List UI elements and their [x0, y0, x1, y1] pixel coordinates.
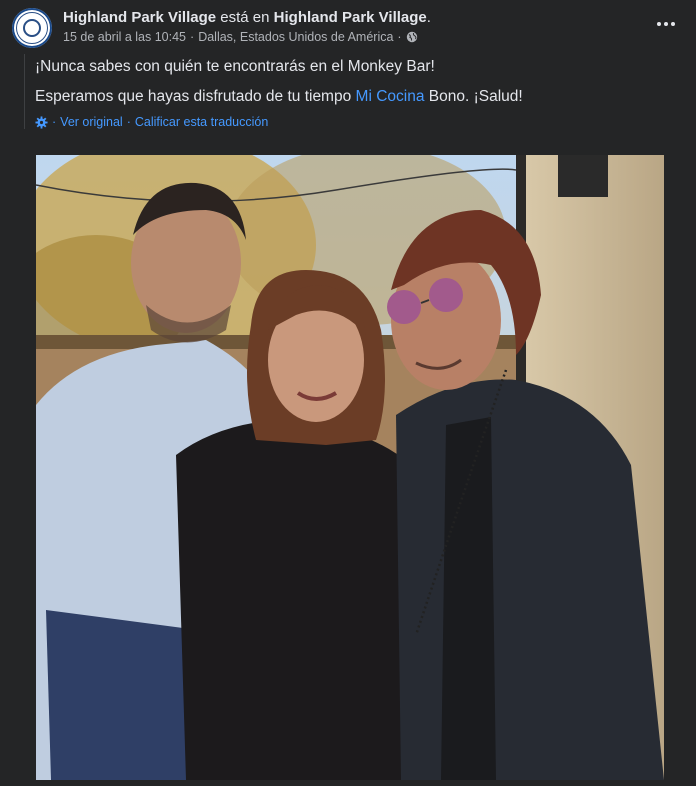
post-title-line: Highland Park Village está en Highland P… — [63, 9, 431, 26]
avatar-logo — [16, 12, 48, 44]
post-header: Highland Park Village está en Highland P… — [12, 8, 684, 52]
globe-icon[interactable] — [406, 31, 418, 43]
location-suffix: . — [426, 9, 431, 26]
post-text-before-link: Esperamos que hayas disfrutado de tu tie… — [35, 88, 356, 105]
meta-separator: · — [190, 30, 195, 44]
post-body: ¡Nunca sabes con quién te encontrarás en… — [24, 54, 685, 129]
post-meta: 15 de abril a las 10:45 · Dallas, Estado… — [63, 30, 418, 44]
rate-translation-link[interactable]: Calificar esta traducción — [135, 115, 268, 129]
translation-separator: · — [52, 115, 57, 129]
gear-icon[interactable] — [35, 115, 48, 129]
action-text: está en — [216, 9, 274, 26]
place-text: Dallas, Estados Unidos de América — [198, 30, 394, 44]
more-options-icon[interactable] — [652, 14, 680, 34]
page-avatar[interactable] — [12, 8, 52, 48]
translation-separator-2: · — [126, 115, 131, 129]
timestamp-link[interactable]: 15 de abril a las 10:45 — [63, 30, 186, 44]
post-text-line-2: Esperamos que hayas disfrutado de tu tie… — [35, 88, 685, 106]
post-photo[interactable] — [36, 155, 664, 780]
meta-separator-2: · — [397, 30, 402, 44]
post-text-line-1: ¡Nunca sabes con quién te encontrarás en… — [35, 58, 435, 75]
see-original-link[interactable]: Ver original — [60, 115, 123, 129]
translation-bar: · Ver original · Calificar esta traducci… — [35, 115, 685, 129]
post-card: Highland Park Village está en Highland P… — [0, 0, 696, 786]
mi-cocina-link[interactable]: Mi Cocina — [356, 88, 425, 105]
post-text-after-link: Bono. ¡Salud! — [424, 88, 523, 105]
page-name-link[interactable]: Highland Park Village — [63, 9, 216, 26]
location-link[interactable]: Highland Park Village — [274, 9, 427, 26]
photo-illustration — [36, 155, 664, 780]
